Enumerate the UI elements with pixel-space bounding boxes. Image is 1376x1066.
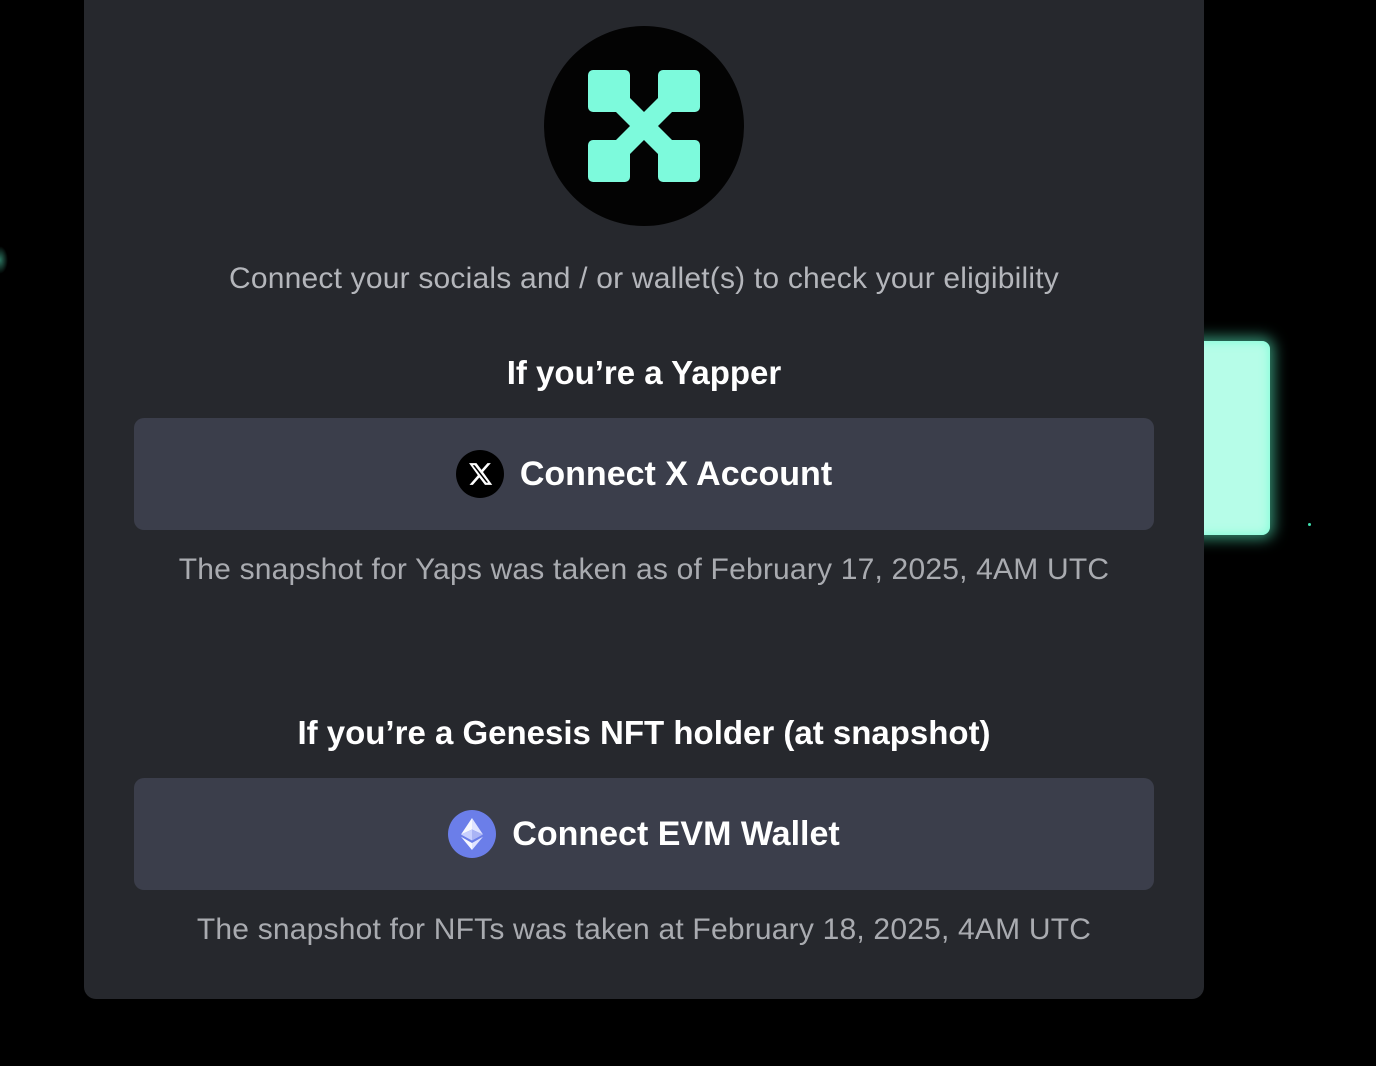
- nft-snapshot-note: The snapshot for NFTs was taken at Febru…: [196, 913, 1092, 946]
- connect-x-account-button[interactable]: Connect X Account: [134, 418, 1154, 530]
- ethereum-icon: [448, 810, 497, 858]
- background-glow-left: [0, 246, 8, 274]
- connect-evm-wallet-button[interactable]: Connect EVM Wallet: [134, 778, 1154, 890]
- background-dot: [1308, 523, 1311, 526]
- eligibility-modal: Connect your socials and / or wallet(s) …: [84, 0, 1204, 999]
- modal-subtitle: Connect your socials and / or wallet(s) …: [228, 262, 1060, 295]
- x-cross-logo-icon: [544, 26, 744, 226]
- nft-holder-heading: If you’re a Genesis NFT holder (at snaps…: [297, 714, 991, 751]
- connect-evm-wallet-label: Connect EVM Wallet: [512, 814, 840, 853]
- yapper-heading: If you’re a Yapper: [506, 354, 782, 391]
- page: Connect your socials and / or wallet(s) …: [0, 0, 1376, 1066]
- connect-x-account-label: Connect X Account: [519, 454, 833, 493]
- yaps-snapshot-note: The snapshot for Yaps was taken as of Fe…: [178, 553, 1110, 586]
- x-icon: [455, 450, 504, 498]
